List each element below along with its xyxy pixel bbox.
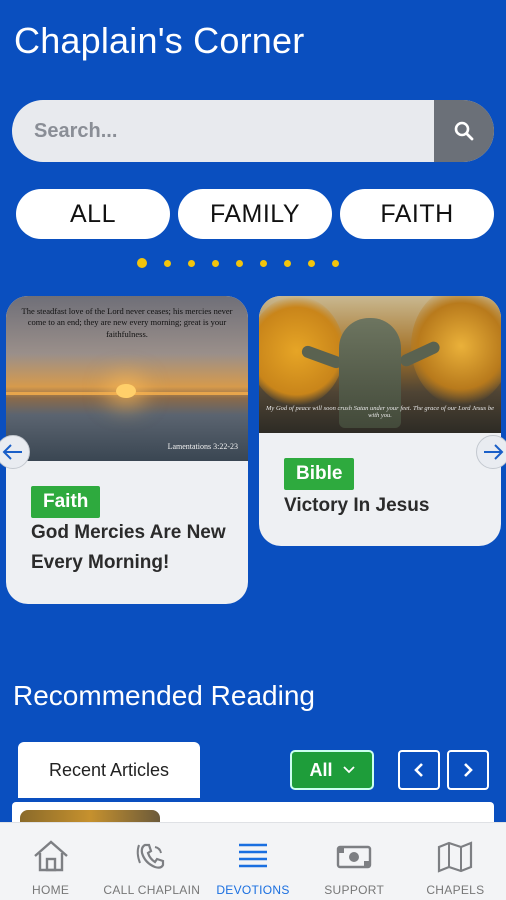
dropdown-value: All bbox=[309, 759, 333, 780]
home-icon bbox=[33, 840, 68, 872]
devotion-card[interactable]: The steadfast love of the Lord never cea… bbox=[6, 296, 248, 604]
nav-label: SUPPORT bbox=[324, 883, 385, 897]
image-reference: Lamentations 3:22-23 bbox=[167, 442, 238, 451]
category-filters: ALL FAMILY FAITH bbox=[16, 189, 494, 239]
carousel-dot[interactable] bbox=[260, 259, 267, 267]
carousel-dot[interactable] bbox=[284, 259, 291, 267]
filter-dropdown[interactable]: All bbox=[290, 750, 374, 790]
image-quote: The steadfast love of the Lord never cea… bbox=[21, 306, 233, 339]
carousel-dot[interactable] bbox=[164, 259, 171, 267]
category-tag: Bible bbox=[284, 458, 355, 490]
carousel-next-button[interactable] bbox=[476, 435, 506, 469]
section-title: Recommended Reading bbox=[13, 680, 315, 711]
money-icon bbox=[337, 845, 372, 869]
nav-label: CALL CHAPLAIN bbox=[103, 883, 201, 897]
devotion-card[interactable]: My God of peace will soon crush Satan un… bbox=[259, 296, 501, 546]
devotion-image: The steadfast love of the Lord never cea… bbox=[6, 296, 248, 461]
search-bar bbox=[12, 100, 494, 162]
articles-next-button[interactable] bbox=[447, 750, 489, 790]
devotion-title: God Mercies Are New Every Morning! bbox=[31, 522, 226, 573]
carousel-dot[interactable] bbox=[332, 259, 339, 267]
nav-label: CHAPELS bbox=[426, 883, 485, 897]
arrow-left-icon bbox=[2, 444, 22, 460]
arrow-right-icon bbox=[484, 444, 504, 460]
carousel-dot[interactable] bbox=[188, 259, 195, 267]
tab-recent-articles[interactable]: Recent Articles bbox=[18, 742, 200, 798]
carousel-dot[interactable] bbox=[137, 258, 147, 268]
page-title: Chaplain's Corner bbox=[14, 20, 305, 61]
sun bbox=[116, 384, 136, 398]
image-caption: My God of peace will soon crush Satan un… bbox=[266, 405, 494, 419]
nav-home[interactable]: HOME bbox=[0, 823, 101, 900]
category-tag: Faith bbox=[31, 486, 101, 518]
chevron-left-icon bbox=[414, 763, 423, 777]
search-button[interactable] bbox=[434, 100, 494, 162]
nav-devotions[interactable]: DEVOTIONS bbox=[202, 823, 303, 900]
list-icon bbox=[239, 843, 267, 868]
chevron-right-icon bbox=[464, 763, 473, 777]
search-icon bbox=[454, 121, 474, 141]
search-input[interactable] bbox=[12, 100, 434, 162]
nav-label: HOME bbox=[32, 883, 70, 897]
bottom-navigation: HOME CALL CHAPLAIN DEVOTIONS SUPPORT CHA… bbox=[0, 822, 506, 900]
nav-support[interactable]: SUPPORT bbox=[304, 823, 405, 900]
chevron-down-icon bbox=[342, 766, 355, 774]
carousel-pagination bbox=[137, 258, 339, 268]
devotion-image: My God of peace will soon crush Satan un… bbox=[259, 296, 501, 433]
filter-faith-button[interactable]: FAITH bbox=[340, 189, 494, 239]
carousel-dot[interactable] bbox=[308, 259, 315, 267]
carousel-dot[interactable] bbox=[236, 259, 243, 267]
carousel-dot[interactable] bbox=[212, 259, 219, 267]
nav-call-chaplain[interactable]: CALL CHAPLAIN bbox=[101, 823, 202, 900]
phone-icon bbox=[136, 843, 164, 869]
filter-all-button[interactable]: ALL bbox=[16, 189, 170, 239]
nav-chapels[interactable]: CHAPELS bbox=[405, 823, 506, 900]
filter-family-button[interactable]: FAMILY bbox=[178, 189, 332, 239]
devotion-title: Victory In Jesus bbox=[284, 495, 430, 516]
nav-label: DEVOTIONS bbox=[216, 883, 290, 897]
map-icon bbox=[438, 841, 473, 873]
articles-prev-button[interactable] bbox=[398, 750, 440, 790]
